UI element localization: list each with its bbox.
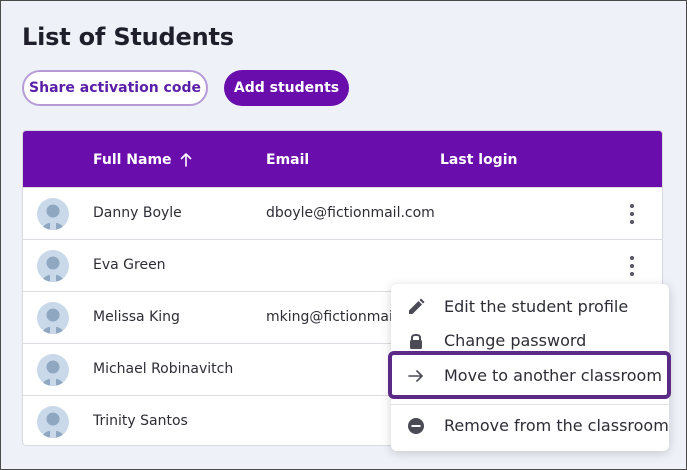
add-students-button[interactable]: Add students bbox=[224, 70, 349, 106]
avatar bbox=[37, 406, 69, 438]
student-email: mking@fictionmail. bbox=[266, 309, 402, 325]
student-name: Trinity Santos bbox=[93, 413, 188, 429]
student-name: Eva Green bbox=[93, 257, 166, 273]
menu-item-label: Edit the student profile bbox=[444, 297, 629, 316]
student-name: Melissa King bbox=[93, 309, 180, 325]
avatar bbox=[37, 198, 69, 230]
avatar-icon bbox=[42, 256, 64, 282]
menu-item-label: Remove from the classroom bbox=[444, 416, 669, 435]
menu-divider bbox=[391, 404, 669, 405]
column-header-email[interactable]: Email bbox=[266, 152, 309, 168]
avatar bbox=[37, 354, 69, 386]
page-title: List of Students bbox=[22, 23, 234, 51]
lock-icon bbox=[410, 333, 422, 349]
avatar bbox=[37, 302, 69, 334]
share-activation-code-button[interactable]: Share activation code bbox=[22, 70, 208, 106]
avatar bbox=[37, 250, 69, 282]
avatar-icon bbox=[42, 412, 64, 438]
student-name: Danny Boyle bbox=[93, 205, 182, 221]
avatar-icon bbox=[42, 360, 64, 386]
app-frame: List of Students Share activation code A… bbox=[0, 0, 687, 470]
student-name: Michael Robinavitch bbox=[93, 361, 234, 377]
column-header-full-name[interactable]: Full Name bbox=[93, 152, 192, 168]
column-header-label: Full Name bbox=[93, 152, 172, 168]
avatar-icon bbox=[42, 204, 64, 230]
highlight-callout bbox=[388, 351, 671, 399]
pencil-icon bbox=[409, 298, 425, 314]
avatar-icon bbox=[42, 308, 64, 334]
menu-item-edit-profile[interactable]: Edit the student profile bbox=[391, 289, 669, 323]
more-options-icon[interactable] bbox=[625, 204, 639, 224]
student-email: dboyle@fictionmail.com bbox=[266, 205, 435, 221]
menu-item-remove-classroom[interactable]: Remove from the classroom bbox=[391, 408, 669, 442]
arrow-up-icon bbox=[180, 153, 191, 167]
table-header: Full Name Email Last login bbox=[23, 131, 662, 187]
minus-circle-icon bbox=[408, 418, 424, 434]
table-row[interactable]: Danny Boyle dboyle@fictionmail.com bbox=[23, 187, 662, 239]
column-header-last-login[interactable]: Last login bbox=[440, 152, 517, 168]
more-options-icon[interactable] bbox=[625, 256, 639, 276]
menu-item-label: Change password bbox=[444, 331, 587, 350]
